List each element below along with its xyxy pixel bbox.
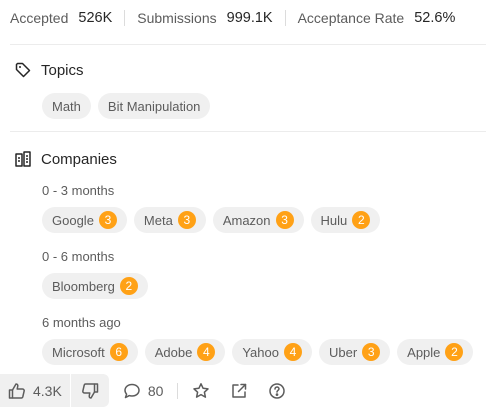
topic-tag-bit-manipulation[interactable]: Bit Manipulation bbox=[97, 93, 211, 119]
company-tags-row: Bloomberg 2 bbox=[42, 273, 148, 299]
topic-tags: Math Bit Manipulation bbox=[42, 93, 211, 119]
accepted-label: Accepted bbox=[10, 10, 69, 26]
vote-group: 4.3K bbox=[0, 374, 109, 407]
comment-icon bbox=[123, 382, 141, 400]
favorite-button[interactable] bbox=[182, 374, 220, 407]
dislike-button[interactable] bbox=[71, 374, 109, 407]
company-count-badge: 2 bbox=[445, 343, 464, 361]
company-tag-yahoo[interactable]: Yahoo 4 bbox=[232, 339, 312, 365]
thumbs-up-icon bbox=[8, 382, 26, 400]
company-name: Adobe bbox=[154, 344, 193, 360]
company-name: Uber bbox=[328, 344, 358, 360]
company-tag-hulu[interactable]: Hulu 2 bbox=[310, 207, 381, 233]
tag-icon bbox=[14, 61, 32, 79]
company-name: Apple bbox=[407, 344, 441, 360]
company-count-badge: 3 bbox=[275, 211, 294, 229]
company-count-badge: 6 bbox=[109, 343, 128, 361]
company-count-badge: 3 bbox=[177, 211, 196, 229]
submissions-value: 999.1K bbox=[226, 10, 273, 26]
company-name: Bloomberg bbox=[52, 278, 115, 294]
star-icon bbox=[192, 382, 210, 400]
company-tag-adobe[interactable]: Adobe 4 bbox=[144, 339, 226, 365]
company-tag-meta[interactable]: Meta 3 bbox=[133, 207, 206, 233]
section-divider bbox=[10, 44, 486, 45]
company-tags-row: Google 3 Meta 3 Amazon 3 Hulu 2 bbox=[42, 207, 381, 233]
companies-header[interactable]: Companies bbox=[14, 150, 117, 168]
stats-divider bbox=[124, 10, 126, 26]
topic-tag-math[interactable]: Math bbox=[42, 93, 91, 119]
company-tag-google[interactable]: Google 3 bbox=[42, 207, 127, 233]
section-divider bbox=[10, 131, 486, 132]
question-circle-icon bbox=[268, 382, 286, 400]
share-icon bbox=[230, 382, 248, 400]
company-tag-uber[interactable]: Uber 3 bbox=[318, 339, 391, 365]
like-count: 4.3K bbox=[33, 382, 62, 399]
stats-divider bbox=[284, 10, 286, 26]
company-period-label: 0 - 6 months bbox=[42, 249, 115, 264]
company-name: Amazon bbox=[222, 212, 271, 228]
company-tag-apple[interactable]: Apple 2 bbox=[397, 339, 474, 365]
company-count-badge: 3 bbox=[362, 343, 381, 361]
acceptance-rate-label: Acceptance Rate bbox=[297, 10, 405, 26]
company-period-label: 0 - 3 months bbox=[42, 183, 115, 198]
accepted-stat: Accepted 526K bbox=[0, 0, 112, 36]
company-name: Microsoft bbox=[52, 344, 105, 360]
building-icon bbox=[14, 150, 32, 168]
company-count-badge: 3 bbox=[98, 211, 117, 229]
company-count-badge: 2 bbox=[352, 211, 371, 229]
acceptance-rate-stat: Acceptance Rate 52.6% bbox=[298, 0, 456, 36]
company-tag-amazon[interactable]: Amazon 3 bbox=[212, 207, 304, 233]
thumbs-down-icon bbox=[81, 382, 99, 400]
company-tag-microsoft[interactable]: Microsoft 6 bbox=[42, 339, 138, 365]
like-button[interactable]: 4.3K bbox=[0, 374, 70, 407]
topics-header[interactable]: Topics bbox=[14, 61, 84, 79]
company-period-label: 6 months ago bbox=[42, 315, 121, 330]
help-button[interactable] bbox=[258, 374, 296, 407]
company-tag-bloomberg[interactable]: Bloomberg 2 bbox=[42, 273, 148, 299]
company-count-badge: 4 bbox=[283, 343, 302, 361]
submissions-label: Submissions bbox=[137, 10, 217, 26]
submissions-stat: Submissions 999.1K bbox=[137, 0, 272, 36]
company-name: Google bbox=[52, 212, 94, 228]
accepted-value: 526K bbox=[78, 10, 113, 26]
companies-title: Companies bbox=[41, 150, 117, 168]
topics-title: Topics bbox=[41, 61, 84, 79]
company-count-badge: 4 bbox=[197, 343, 216, 361]
comment-count: 80 bbox=[147, 382, 164, 399]
footer-divider bbox=[177, 382, 179, 399]
company-name: Yahoo bbox=[242, 344, 279, 360]
company-name: Meta bbox=[143, 212, 173, 228]
company-tags-row: Microsoft 6 Adobe 4 Yahoo 4 Uber 3 Apple… bbox=[42, 339, 474, 365]
company-name: Hulu bbox=[320, 212, 348, 228]
acceptance-rate-value: 52.6% bbox=[414, 10, 456, 26]
footer-actions: 4.3K 80 bbox=[0, 374, 486, 407]
company-count-badge: 2 bbox=[119, 277, 138, 295]
share-button[interactable] bbox=[220, 374, 258, 407]
stats-bar: Accepted 526K Submissions 999.1K Accepta… bbox=[0, 0, 486, 36]
comments-button[interactable]: 80 bbox=[109, 374, 174, 407]
